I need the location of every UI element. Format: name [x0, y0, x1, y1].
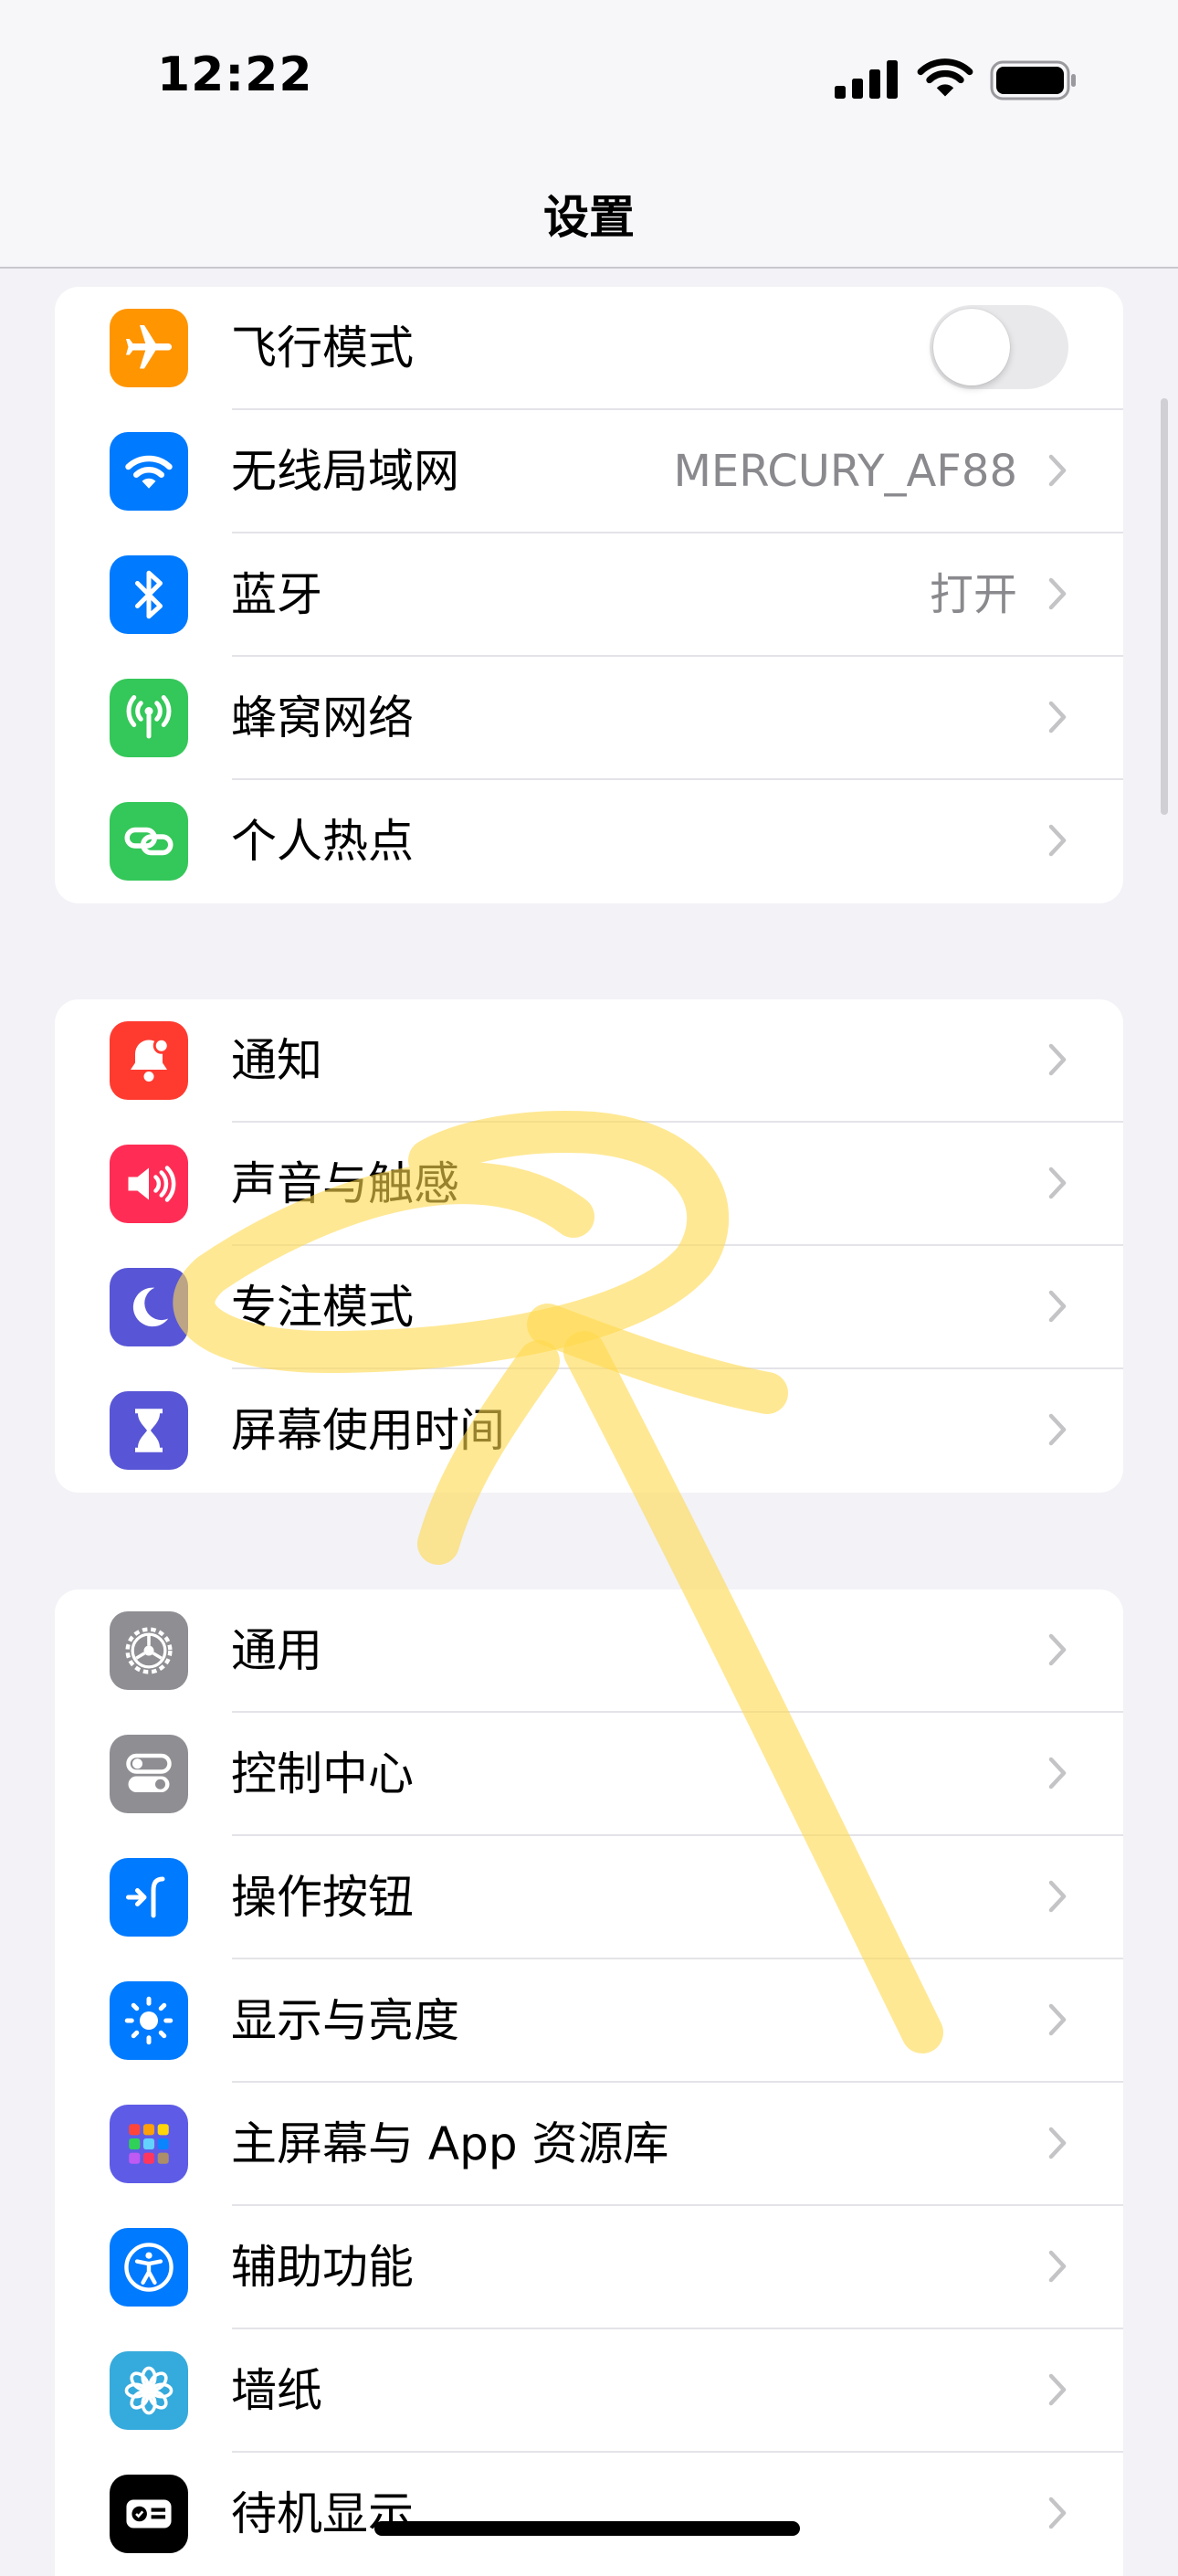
chevron-right-icon — [1048, 454, 1067, 487]
settings-row-wallpaper[interactable]: 墙纸 — [55, 2329, 1123, 2453]
airplane-icon — [110, 309, 188, 387]
settings-row-label: 蓝牙 — [231, 568, 322, 621]
chevron-right-icon — [1048, 2373, 1067, 2406]
wifi-icon — [110, 432, 188, 511]
action-button-icon — [110, 1858, 188, 1937]
gear-icon — [110, 1611, 188, 1690]
settings-row-label: 专注模式 — [231, 1281, 414, 1334]
settings-row-accessibility[interactable]: 辅助功能 — [55, 2206, 1123, 2329]
page-title: 设置 — [543, 191, 635, 244]
settings-row-display-brightness[interactable]: 显示与亮度 — [55, 1959, 1123, 2083]
settings-row-general[interactable]: 通用 — [55, 1589, 1123, 1713]
accessibility-icon — [110, 2228, 188, 2307]
hourglass-icon — [110, 1391, 188, 1470]
bell-icon — [110, 1021, 188, 1100]
standby-icon — [110, 2475, 188, 2553]
settings-row-label: 个人热点 — [231, 815, 414, 868]
chevron-right-icon — [1048, 1880, 1067, 1913]
link-icon — [110, 802, 188, 881]
bluetooth-status: 打开 — [929, 569, 1017, 620]
settings-group-notifications: 通知 声音与触感 专注模式 屏幕使用时间 — [55, 999, 1123, 1493]
navigation-bar: 12:22 设置 — [0, 0, 1178, 269]
chevron-right-icon — [1048, 824, 1067, 857]
settings-row-sounds-haptics[interactable]: 声音与触感 — [55, 1123, 1123, 1246]
settings-group-connectivity: 飞行模式 无线局域网 MERCURY_AF88 蓝牙 打开 蜂窝网络 个人热点 — [55, 287, 1123, 903]
home-indicator — [374, 2521, 800, 2536]
toggle-knob — [933, 309, 1010, 385]
settings-row-notifications[interactable]: 通知 — [55, 999, 1123, 1123]
settings-row-action-button[interactable]: 操作按钮 — [55, 1836, 1123, 1959]
settings-row-label: 操作按钮 — [231, 1871, 414, 1924]
status-time: 12:22 — [157, 48, 313, 102]
airplane-mode-toggle[interactable] — [930, 305, 1068, 389]
settings-row-control-center[interactable]: 控制中心 — [55, 1713, 1123, 1836]
chevron-right-icon — [1048, 577, 1067, 610]
settings-row-label: 飞行模式 — [231, 322, 414, 375]
settings-row-home-screen[interactable]: 主屏幕与 App 资源库 — [55, 2083, 1123, 2206]
chevron-right-icon — [1048, 1043, 1067, 1076]
settings-row-label: 墙纸 — [231, 2364, 322, 2417]
flower-icon — [110, 2351, 188, 2430]
settings-row-label: 待机显示 — [231, 2487, 414, 2540]
chevron-right-icon — [1048, 1413, 1067, 1446]
settings-row-label: 无线局域网 — [231, 445, 459, 498]
settings-row-label: 屏幕使用时间 — [231, 1404, 505, 1457]
cellular-signal-icon — [835, 60, 898, 99]
antenna-icon — [110, 679, 188, 757]
status-bar: 12:22 — [0, 0, 1178, 164]
chevron-right-icon — [1048, 1290, 1067, 1323]
switches-icon — [110, 1735, 188, 1813]
settings-row-label: 蜂窝网络 — [231, 692, 414, 744]
sun-icon — [110, 1981, 188, 2060]
settings-row-cellular[interactable]: 蜂窝网络 — [55, 657, 1123, 780]
settings-row-label: 主屏幕与 App 资源库 — [231, 2117, 669, 2170]
settings-row-label: 控制中心 — [231, 1747, 414, 1800]
settings-row-label: 辅助功能 — [231, 2241, 414, 2294]
settings-row-standby[interactable]: 待机显示 — [55, 2453, 1123, 2576]
chevron-right-icon — [1048, 1757, 1067, 1789]
settings-row-focus[interactable]: 专注模式 — [55, 1246, 1123, 1369]
battery-icon — [990, 60, 1076, 100]
settings-row-airplane-mode[interactable]: 飞行模式 — [55, 287, 1123, 410]
chevron-right-icon — [1048, 2497, 1067, 2529]
wifi-network-name: MERCURY_AF88 — [673, 446, 1017, 497]
chevron-right-icon — [1048, 1633, 1067, 1666]
speaker-icon — [110, 1145, 188, 1223]
app-grid-icon — [110, 2105, 188, 2183]
settings-row-bluetooth[interactable]: 蓝牙 打开 — [55, 533, 1123, 657]
scroll-indicator — [1161, 398, 1168, 815]
settings-row-personal-hotspot[interactable]: 个人热点 — [55, 780, 1123, 903]
chevron-right-icon — [1048, 2127, 1067, 2159]
settings-group-general: 通用 控制中心 操作按钮 显示与亮度 主屏幕与 App 资源库 辅助功能 墙纸 … — [55, 1589, 1123, 2576]
settings-row-screen-time[interactable]: 屏幕使用时间 — [55, 1369, 1123, 1493]
settings-row-wifi[interactable]: 无线局域网 MERCURY_AF88 — [55, 410, 1123, 533]
settings-row-label: 通知 — [231, 1034, 322, 1087]
chevron-right-icon — [1048, 1167, 1067, 1199]
bluetooth-icon — [110, 555, 188, 634]
settings-row-label: 通用 — [231, 1624, 322, 1677]
chevron-right-icon — [1048, 2003, 1067, 2036]
settings-row-label: 声音与触感 — [231, 1157, 459, 1210]
settings-row-label: 显示与亮度 — [231, 1994, 459, 2047]
moon-icon — [110, 1268, 188, 1346]
chevron-right-icon — [1048, 701, 1067, 734]
chevron-right-icon — [1048, 2250, 1067, 2283]
wifi-status-icon — [917, 58, 973, 97]
